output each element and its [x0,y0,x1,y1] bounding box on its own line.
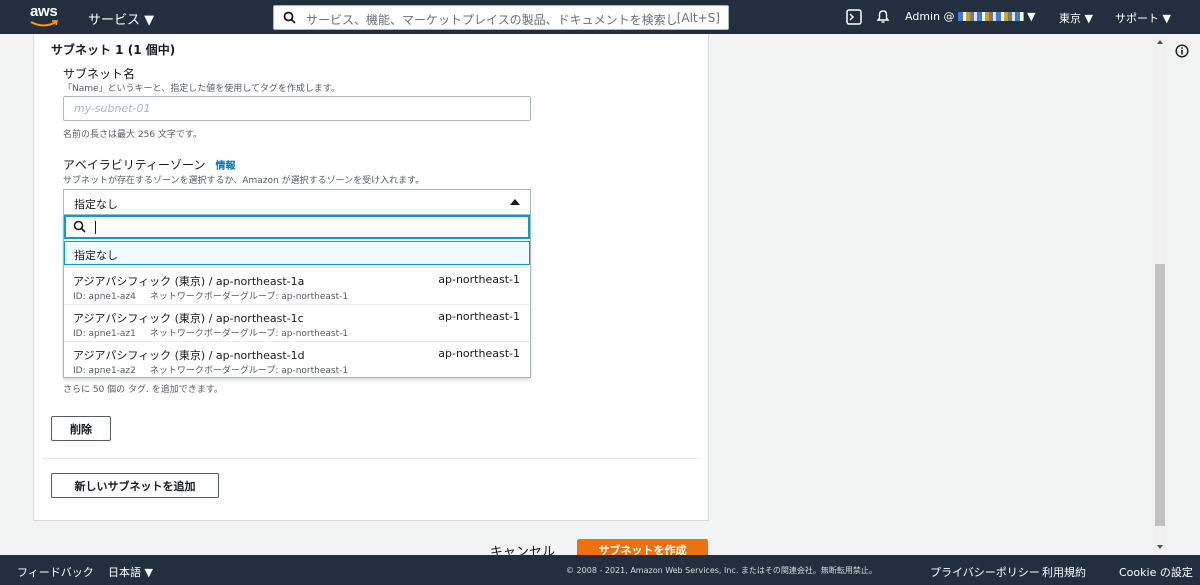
scroll-up-arrow-icon[interactable] [1157,40,1163,44]
aws-logo[interactable]: aws [30,4,62,30]
az-option-meta: ID: apne1-az4 ネットワークボーダーグループ: ap-northeas… [73,289,348,302]
text-cursor [95,221,96,234]
info-icon[interactable] [1175,44,1189,58]
az-option-region: ap-northeast-1 [438,310,520,323]
remove-subnet-button[interactable]: 削除 [51,416,111,441]
search-icon [73,220,86,233]
az-select[interactable]: 指定なし [63,189,531,214]
az-option-meta: ID: apne1-az1 ネットワークボーダーグループ: ap-northeas… [73,326,348,339]
top-navigation: aws サービス ▼ サービス、機能、マーケットプレイスの製品、ドキュメントを検… [0,0,1200,34]
az-option-id: ID: apne1-az1 [73,329,136,339]
az-label-row: アベイラビリティーゾーン 情報 [63,156,235,173]
az-option-1a[interactable]: アジアパシフィック (東京) / ap-northeast-1a ap-nort… [64,267,530,304]
account-label: Admin @ [905,10,955,23]
az-option-id: ID: apne1-az4 [73,292,136,302]
add-subnet-button[interactable]: 新しいサブネットを追加 [51,473,219,498]
az-option-label: アジアパシフィック (東京) / ap-northeast-1a [73,275,305,288]
subnet-name-input[interactable] [63,96,531,121]
tags-remaining-note: さらに 50 個の タグ. を追加できます。 [63,385,223,395]
az-option-1d[interactable]: アジアパシフィック (東京) / ap-northeast-1d ap-nort… [64,341,530,378]
az-filter-input[interactable] [64,215,530,239]
services-menu[interactable]: サービス ▼ [88,9,154,28]
az-dropdown: 指定なし アジアパシフィック (東京) / ap-northeast-1a ap… [63,214,531,378]
main-content: サブネット 1 (1 個中) サブネット名 「Name」というキーと、指定した値… [0,34,1200,555]
search-placeholder: サービス、機能、マーケットプレイスの製品、ドキュメントを検索し [306,13,678,27]
feedback-link[interactable]: フィードバック [17,564,94,580]
az-option-label: アジアパシフィック (東京) / ap-northeast-1d [73,349,305,362]
az-option-label: 指定なし [74,249,118,262]
privacy-policy-link[interactable]: プライバシーポリシー [930,564,1040,580]
account-menu[interactable]: Admin @ ▼ [905,10,1036,23]
az-option-label: アジアパシフィック (東京) / ap-northeast-1c [73,312,304,325]
az-option-meta: ID: apne1-az2 ネットワークボーダーグループ: ap-northeas… [73,363,348,376]
subnet-settings-panel: サブネット 1 (1 個中) サブネット名 「Name」というキーと、指定した値… [33,34,709,521]
az-option-1c[interactable]: アジアパシフィック (東京) / ap-northeast-1c ap-nort… [64,304,530,341]
az-description: サブネットが存在するゾーンを選択するか、Amazon が選択するゾーンを受け入れ… [63,176,425,186]
terms-link[interactable]: 利用規約 [1042,564,1086,580]
copyright-text: © 2008 - 2021, Amazon Web Services, Inc.… [566,566,877,575]
az-selected-value: 指定なし [74,198,118,211]
scroll-down-arrow-icon[interactable] [1157,545,1163,549]
az-option-group: ネットワークボーダーグループ: ap-northeast-1 [149,292,349,302]
create-subnet-button[interactable]: サブネットを作成 [577,539,708,555]
footer: フィードバック 日本語 ▼ © 2008 - 2021, Amazon Web … [0,555,1200,585]
search-icon [283,11,296,24]
page-scrollbar[interactable] [1153,34,1167,555]
account-caret: ▼ [1027,10,1036,23]
subnet-name-hint: 名前の長さは最大 256 文字です。 [63,130,203,140]
section-divider [42,458,700,459]
subnet-name-label: サブネット名 [63,67,136,81]
region-menu[interactable]: 東京 ▼ [1059,10,1093,26]
subnet-heading: サブネット 1 (1 個中) [51,43,176,57]
cloudshell-icon[interactable] [846,9,862,25]
az-option-unspecified[interactable]: 指定なし [64,241,530,265]
cancel-button[interactable]: キャンセル [490,541,555,555]
az-info-link[interactable]: 情報 [215,161,235,172]
scrollbar-thumb[interactable] [1155,264,1165,526]
bell-icon[interactable] [875,8,891,24]
subnet-name-description: 「Name」というキーと、指定した値を使用してタグを作成します。 [63,84,341,94]
caret-up-icon [510,199,520,205]
search-shortcut: [Alt+S] [676,11,720,25]
aws-logo-text: aws [30,3,58,20]
language-selector[interactable]: 日本語 ▼ [108,564,153,580]
redacted-account-id [957,12,1024,21]
cookie-settings-link[interactable]: Cookie の設定 [1119,564,1193,580]
support-menu[interactable]: サポート ▼ [1115,10,1171,26]
az-option-group: ネットワークボーダーグループ: ap-northeast-1 [149,329,349,339]
az-option-region: ap-northeast-1 [438,273,520,286]
az-label: アベイラビリティーゾーン [63,158,206,172]
aws-smile-icon [30,20,58,27]
global-search[interactable]: サービス、機能、マーケットプレイスの製品、ドキュメントを検索し [Alt+S] [273,5,729,30]
az-option-region: ap-northeast-1 [438,347,520,360]
az-option-id: ID: apne1-az2 [73,366,136,376]
az-option-group: ネットワークボーダーグループ: ap-northeast-1 [149,366,349,376]
